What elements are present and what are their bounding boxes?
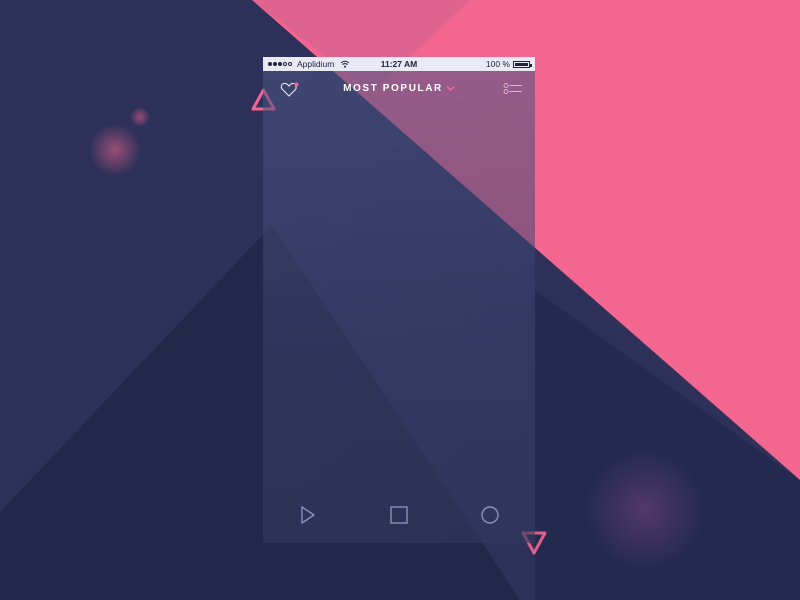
heart-icon — [280, 82, 299, 97]
square-icon — [390, 506, 408, 524]
page-title: MOST POPULAR — [343, 83, 443, 94]
favorites-button[interactable] — [280, 81, 300, 99]
tab-bar — [263, 487, 535, 543]
status-bar: Applidium 11:27 AM 100 % — [263, 57, 535, 71]
tab-square[interactable] — [384, 500, 414, 530]
screen-overlay — [263, 57, 535, 543]
glow-circle-small — [130, 107, 150, 127]
tab-circle[interactable] — [475, 500, 505, 530]
list-view-button[interactable] — [501, 82, 525, 96]
list-toggle-icon — [503, 83, 522, 94]
play-icon — [301, 506, 316, 524]
chevron-down-icon — [446, 86, 455, 91]
circle-icon — [480, 506, 499, 524]
status-right: 100 % — [485, 59, 532, 69]
tab-play[interactable] — [293, 500, 323, 530]
notification-dot — [294, 82, 299, 87]
battery-percent: 100 % — [485, 59, 510, 69]
phone-screen: Applidium 11:27 AM 100 % MOST POPULAR — [263, 57, 535, 543]
battery-icon — [513, 60, 532, 68]
category-selector[interactable]: MOST POPULAR — [333, 83, 465, 94]
glow-circle-large — [585, 450, 705, 570]
glow-circle — [89, 124, 141, 176]
